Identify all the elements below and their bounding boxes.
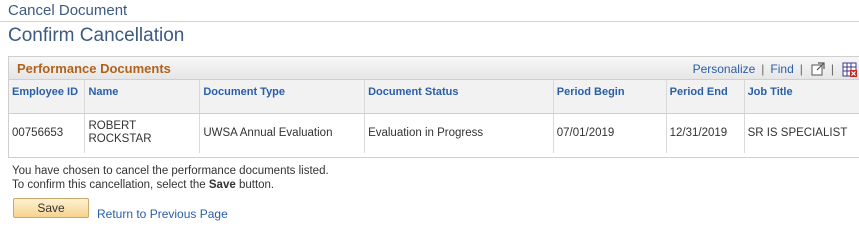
cell-employee-id: 00756653 [9,113,86,153]
personalize-link[interactable]: Personalize [693,62,756,76]
table-header-row: Employee ID Name Document Type Document … [9,80,859,114]
find-link[interactable]: Find [770,62,793,76]
column-header-period-begin[interactable]: Period Begin [553,80,667,114]
performance-documents-grid: Performance Documents Personalize | Find… [8,56,859,158]
breadcrumb: Cancel Document [8,2,128,19]
return-to-previous-page-link[interactable]: Return to Previous Page [97,207,228,221]
column-header-document-status[interactable]: Document Status [364,80,554,114]
grid-title: Performance Documents [17,61,171,76]
toolbar-separator: | [799,62,803,76]
cell-period-begin: 07/01/2019 [553,113,667,153]
column-header-period-end[interactable]: Period End [666,80,745,114]
save-button[interactable]: Save [13,198,89,218]
page-title: Confirm Cancellation [8,25,185,46]
cell-period-end: 12/31/2019 [666,113,745,153]
cell-document-type: UWSA Annual Evaluation [199,113,366,153]
documents-table: Employee ID Name Document Type Document … [9,80,859,153]
message-line-2-suffix: button. [238,179,275,191]
grid-title-bar: Performance Documents Personalize | Find… [9,57,859,80]
column-header-job-title[interactable]: Job Title [744,80,859,114]
toolbar-separator: | [830,62,834,76]
grid-toolbar: Personalize | Find | | [693,61,857,77]
table-row: 00756653 ROBERT ROCKSTAR UWSA Annual Eva… [9,113,859,153]
message-save-emphasis: Save [208,179,236,191]
spreadsheet-icon[interactable] [842,62,857,77]
message-line-2: To confirm this cancellation, select the… [12,178,329,192]
message-line-2-prefix: To confirm this cancellation, select the [12,179,206,191]
column-header-employee-id[interactable]: Employee ID [9,80,86,114]
toolbar-separator: | [761,62,765,76]
column-header-name[interactable]: Name [84,80,201,114]
confirmation-message: You have chosen to cancel the performanc… [12,164,329,192]
cell-document-status: Evaluation in Progress [364,113,554,153]
cell-name: ROBERT ROCKSTAR [84,113,201,153]
new-window-icon[interactable] [811,62,825,76]
header-divider [0,21,859,22]
cell-job-title: SR IS SPECIALIST [747,126,848,139]
message-line-1: You have chosen to cancel the performanc… [12,165,329,177]
column-header-document-type[interactable]: Document Type [199,80,366,114]
